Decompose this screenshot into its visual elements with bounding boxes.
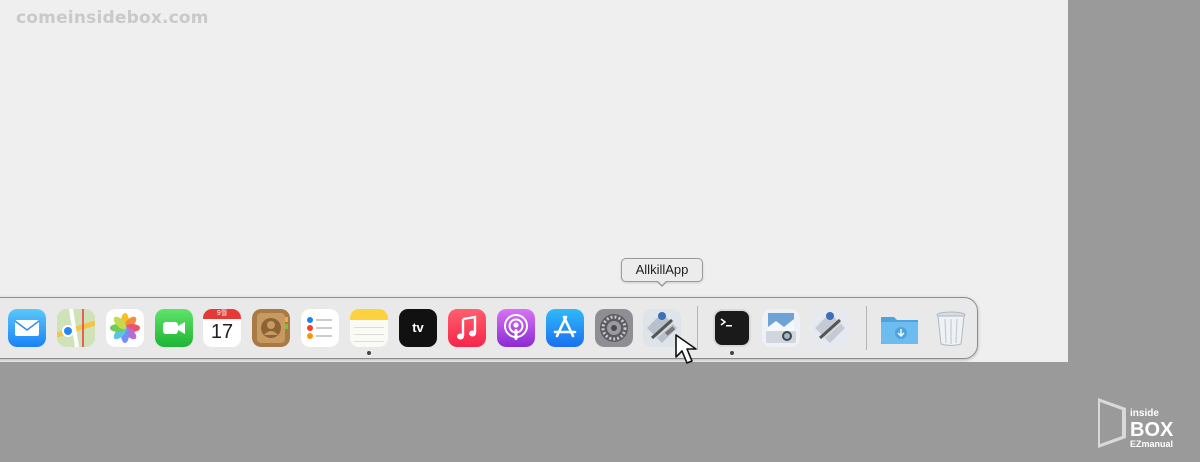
apple-tv-label: tv xyxy=(412,320,424,335)
app-store-app-icon[interactable] xyxy=(546,309,584,347)
trash-icon[interactable] xyxy=(932,309,970,347)
dock-tooltip: AllkillApp xyxy=(621,258,703,282)
podcasts-app-icon[interactable] xyxy=(497,309,535,347)
photos-app-icon[interactable] xyxy=(106,309,144,347)
insidebox-logo: inside BOX EZmanual xyxy=(1096,394,1192,452)
contacts-app-icon[interactable] xyxy=(252,309,290,347)
notes-app-icon[interactable] xyxy=(350,309,388,347)
mail-app-icon[interactable] xyxy=(8,309,46,347)
reminders-app-icon[interactable] xyxy=(301,309,339,347)
tooltip-arrow-inner xyxy=(657,280,667,285)
svg-text:BOX: BOX xyxy=(1130,419,1174,441)
maps-app-icon[interactable] xyxy=(57,309,95,347)
calendar-day: 17 xyxy=(210,321,234,343)
system-preferences-app-icon[interactable] xyxy=(595,309,633,347)
downloads-folder-icon[interactable] xyxy=(880,309,918,347)
terminal-running-dot xyxy=(730,351,734,355)
calendar-app-icon[interactable]: 9월 17 xyxy=(203,309,241,347)
facetime-app-icon[interactable] xyxy=(155,309,193,347)
mouse-cursor-icon xyxy=(672,333,710,371)
music-app-icon[interactable] xyxy=(448,309,486,347)
svg-text:inside: inside xyxy=(1130,408,1159,419)
site-watermark: comeinsidebox.com xyxy=(16,8,209,28)
preview-app-icon[interactable] xyxy=(762,309,800,347)
dock-separator-2 xyxy=(866,306,867,350)
terminal-app-icon[interactable] xyxy=(713,309,751,347)
apple-tv-app-icon[interactable]: tv xyxy=(399,309,437,347)
svg-text:EZmanual: EZmanual xyxy=(1130,439,1173,449)
notes-running-dot xyxy=(367,351,371,355)
script-editor-app-icon[interactable] xyxy=(811,309,849,347)
